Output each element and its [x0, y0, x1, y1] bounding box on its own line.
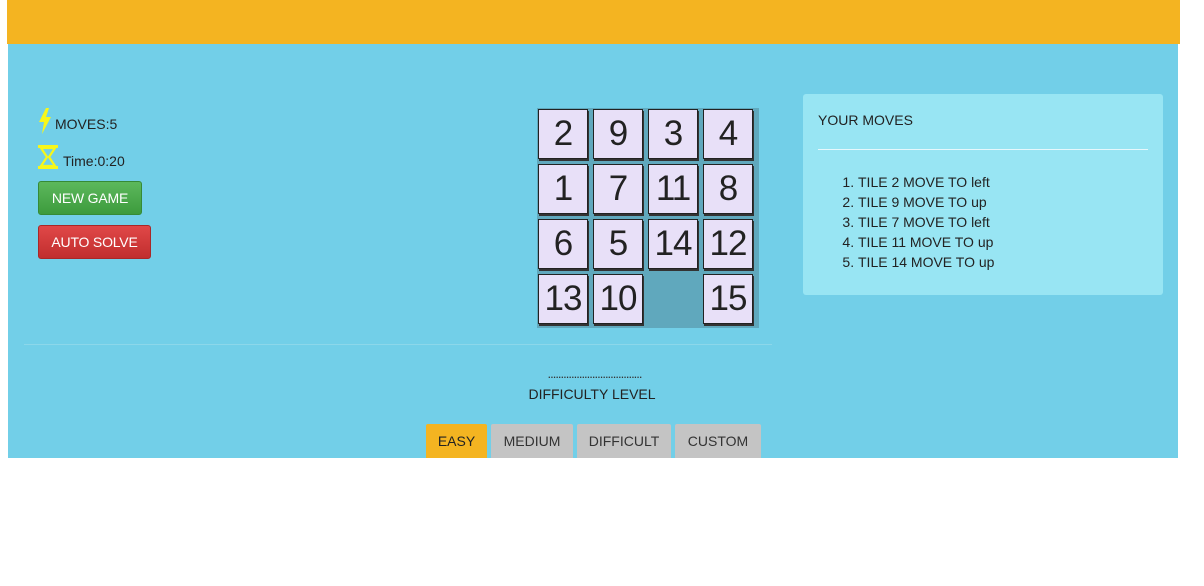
moves-panel: YOUR MOVES TILE 2 MOVE TO left TILE 9 MO… [803, 94, 1163, 295]
puzzle-tile[interactable]: 9 [593, 109, 643, 159]
auto-solve-button[interactable]: AUTO SOLVE [38, 225, 151, 259]
difficulty-label: DIFFICULTY LEVEL [528, 386, 656, 402]
level-difficult-button[interactable]: DIFFICULT [577, 424, 671, 458]
puzzle-tile[interactable]: 15 [703, 274, 753, 324]
move-item: TILE 7 MOVE TO left [858, 212, 994, 232]
dotted-separator: .................................... [547, 366, 642, 381]
level-custom-button[interactable]: CUSTOM [675, 424, 761, 458]
puzzle-tile[interactable]: 5 [593, 219, 643, 269]
hourglass-icon [37, 144, 59, 170]
level-easy-button[interactable]: EASY [426, 424, 487, 458]
game-area: MOVES:5 Time:0:20 NEW GAME AUTO SOLVE 29… [8, 44, 1178, 458]
puzzle-tile[interactable]: 8 [703, 164, 753, 214]
time-label: Time:0:20 [63, 153, 125, 169]
puzzle-tile[interactable]: 13 [538, 274, 588, 324]
lightning-icon [37, 108, 53, 134]
move-item: TILE 11 MOVE TO up [858, 232, 994, 252]
time-counter: Time:0:20 [37, 144, 125, 170]
puzzle-tile[interactable]: 7 [593, 164, 643, 214]
level-medium-button[interactable]: MEDIUM [491, 424, 573, 458]
moves-label: MOVES:5 [55, 116, 118, 132]
puzzle-tile[interactable]: 14 [648, 219, 698, 269]
puzzle-board: 2 9 3 4 1 7 11 8 6 5 14 12 13 10 15 [537, 108, 759, 328]
puzzle-tile[interactable]: 4 [703, 109, 753, 159]
move-item: TILE 9 MOVE TO up [858, 192, 994, 212]
puzzle-tile[interactable]: 10 [593, 274, 643, 324]
new-game-button[interactable]: NEW GAME [38, 181, 142, 215]
moves-panel-title: YOUR MOVES [818, 112, 913, 128]
puzzle-tile[interactable]: 2 [538, 109, 588, 159]
panel-divider [818, 149, 1148, 150]
puzzle-tile[interactable]: 6 [538, 219, 588, 269]
move-item: TILE 2 MOVE TO left [858, 172, 994, 192]
moves-counter: MOVES:5 [37, 108, 117, 134]
header-bar [7, 0, 1180, 44]
puzzle-tile[interactable]: 3 [648, 109, 698, 159]
move-item: TILE 14 MOVE TO up [858, 252, 994, 272]
puzzle-tile[interactable]: 1 [538, 164, 588, 214]
section-divider [24, 344, 772, 345]
puzzle-tile[interactable]: 11 [648, 164, 698, 214]
puzzle-tile[interactable]: 12 [703, 219, 753, 269]
moves-list: TILE 2 MOVE TO left TILE 9 MOVE TO up TI… [818, 172, 994, 272]
